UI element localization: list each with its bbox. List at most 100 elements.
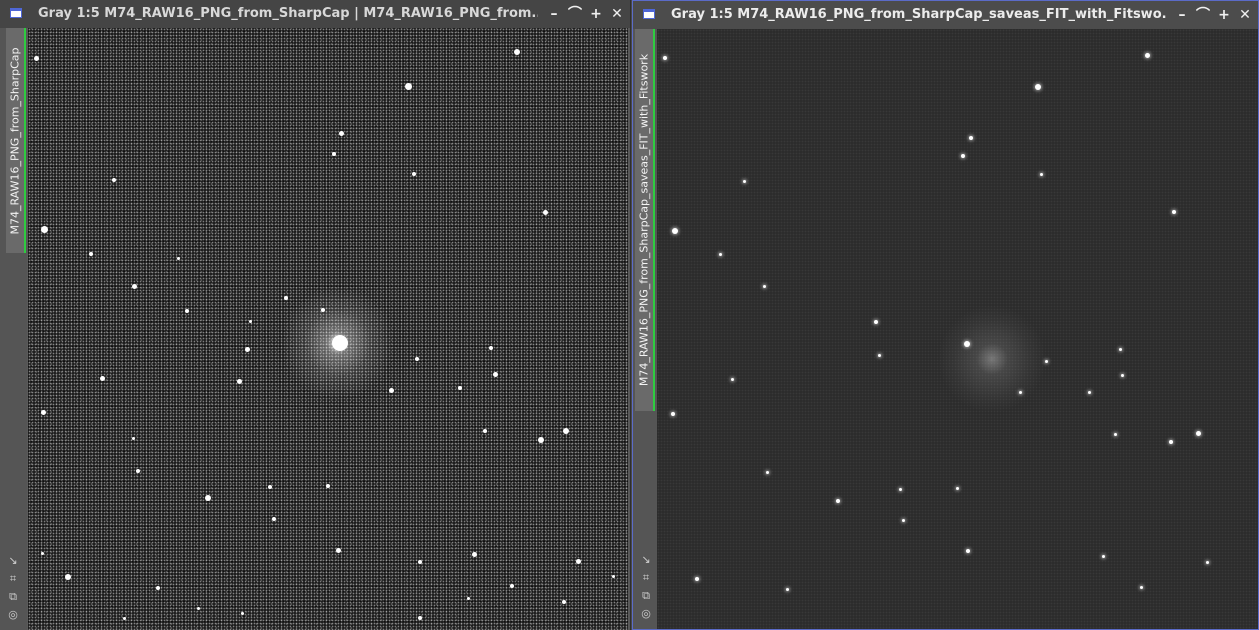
star — [718, 252, 722, 256]
star — [176, 256, 180, 260]
star — [1118, 347, 1122, 351]
star — [196, 606, 200, 610]
view-identifier-label: M74_RAW16_PNG_from_SharpCap — [8, 46, 22, 235]
shade-button[interactable]: ⌒ — [565, 0, 585, 28]
galaxy-core — [937, 304, 1047, 414]
star — [284, 296, 288, 300]
star — [418, 616, 422, 620]
clone-view-icon[interactable]: ⧉ — [639, 589, 653, 603]
star — [1172, 210, 1176, 214]
star — [99, 375, 105, 381]
star — [418, 560, 422, 564]
star — [40, 409, 46, 415]
star — [483, 429, 487, 433]
star — [415, 357, 419, 361]
star — [1035, 84, 1041, 90]
star — [466, 596, 470, 600]
star — [404, 82, 412, 90]
view-identifier-tab[interactable]: M74_RAW16_PNG_from_SharpCap_saveas_FIT_w… — [635, 29, 655, 411]
star — [156, 586, 160, 590]
star — [65, 574, 71, 580]
star — [40, 551, 44, 555]
star — [836, 499, 840, 503]
shade-button[interactable]: ⌒ — [1193, 1, 1213, 29]
minimize-button[interactable]: – — [1172, 1, 1192, 29]
maximize-button[interactable]: + — [586, 0, 606, 28]
star — [611, 574, 615, 578]
close-button[interactable]: ✕ — [607, 0, 627, 28]
clone-view-icon[interactable]: ⧉ — [6, 590, 20, 604]
star — [335, 547, 341, 553]
star — [1169, 440, 1173, 444]
star — [332, 335, 348, 351]
star — [489, 346, 493, 350]
star — [240, 611, 244, 615]
star — [877, 353, 881, 357]
star — [542, 209, 548, 215]
star — [765, 470, 769, 474]
fit-view-icon[interactable]: ⌗ — [639, 571, 653, 585]
star — [40, 225, 48, 233]
star — [563, 428, 569, 434]
view-sidebar: M74_RAW16_PNG_from_SharpCap_saveas_FIT_w… — [633, 29, 657, 629]
window-title: Gray 1:5 M74_RAW16_PNG_from_SharpCap_sav… — [671, 7, 1166, 22]
star — [955, 486, 959, 490]
star — [236, 378, 242, 384]
minimize-button[interactable]: – — [544, 0, 564, 28]
star — [338, 130, 344, 136]
image-window-sharpcap[interactable]: Gray 1:5 M74_RAW16_PNG_from_SharpCap | M… — [0, 0, 631, 630]
arrow-down-right-icon[interactable]: ↘ — [6, 554, 20, 568]
star — [185, 309, 189, 313]
star — [510, 584, 514, 588]
star — [874, 320, 878, 324]
star — [695, 577, 699, 581]
target-icon[interactable]: ◎ — [639, 607, 653, 621]
star — [244, 346, 250, 352]
close-button[interactable]: ✕ — [1235, 1, 1255, 29]
star — [458, 386, 462, 390]
star — [326, 484, 330, 488]
window-icon — [10, 8, 22, 18]
fit-view-icon[interactable]: ⌗ — [6, 572, 20, 586]
star — [412, 172, 416, 176]
star — [1018, 390, 1022, 394]
star — [964, 341, 970, 347]
star — [122, 616, 126, 620]
view-identifier-label: M74_RAW16_PNG_from_SharpCap_saveas_FIT_w… — [637, 53, 651, 387]
image-viewport[interactable] — [657, 29, 1258, 629]
star — [901, 518, 905, 522]
star — [268, 485, 272, 489]
star — [762, 284, 766, 288]
star — [1113, 432, 1117, 436]
image-viewport[interactable] — [28, 28, 628, 630]
star — [966, 549, 970, 553]
arrow-down-right-icon[interactable]: ↘ — [639, 553, 653, 567]
star — [1205, 560, 1209, 564]
star — [492, 371, 498, 377]
view-identifier-tab[interactable]: M74_RAW16_PNG_from_SharpCap — [6, 28, 26, 253]
star — [272, 517, 276, 521]
side-tools: ↘ ⌗ ⧉ ◎ — [6, 550, 24, 622]
star — [248, 319, 252, 323]
star — [131, 283, 137, 289]
star — [112, 178, 116, 182]
side-tools: ↘ ⌗ ⧉ ◎ — [639, 549, 657, 621]
view-sidebar: M74_RAW16_PNG_from_SharpCap ↘ ⌗ ⧉ ◎ — [0, 28, 27, 630]
star — [205, 495, 211, 501]
star — [1087, 390, 1091, 394]
star — [471, 551, 477, 557]
window-titlebar[interactable]: Gray 1:5 M74_RAW16_PNG_from_SharpCap_sav… — [633, 1, 1258, 29]
star — [1139, 585, 1143, 589]
star — [671, 412, 675, 416]
star — [388, 387, 394, 393]
maximize-button[interactable]: + — [1214, 1, 1234, 29]
image-window-fitswork[interactable]: Gray 1:5 M74_RAW16_PNG_from_SharpCap_sav… — [632, 0, 1259, 630]
star — [742, 179, 746, 183]
star — [1195, 430, 1201, 436]
window-titlebar[interactable]: Gray 1:5 M74_RAW16_PNG_from_SharpCap | M… — [0, 0, 630, 28]
star — [1144, 52, 1150, 58]
star — [562, 600, 566, 604]
star — [538, 437, 544, 443]
target-icon[interactable]: ◎ — [6, 608, 20, 622]
star — [663, 56, 667, 60]
